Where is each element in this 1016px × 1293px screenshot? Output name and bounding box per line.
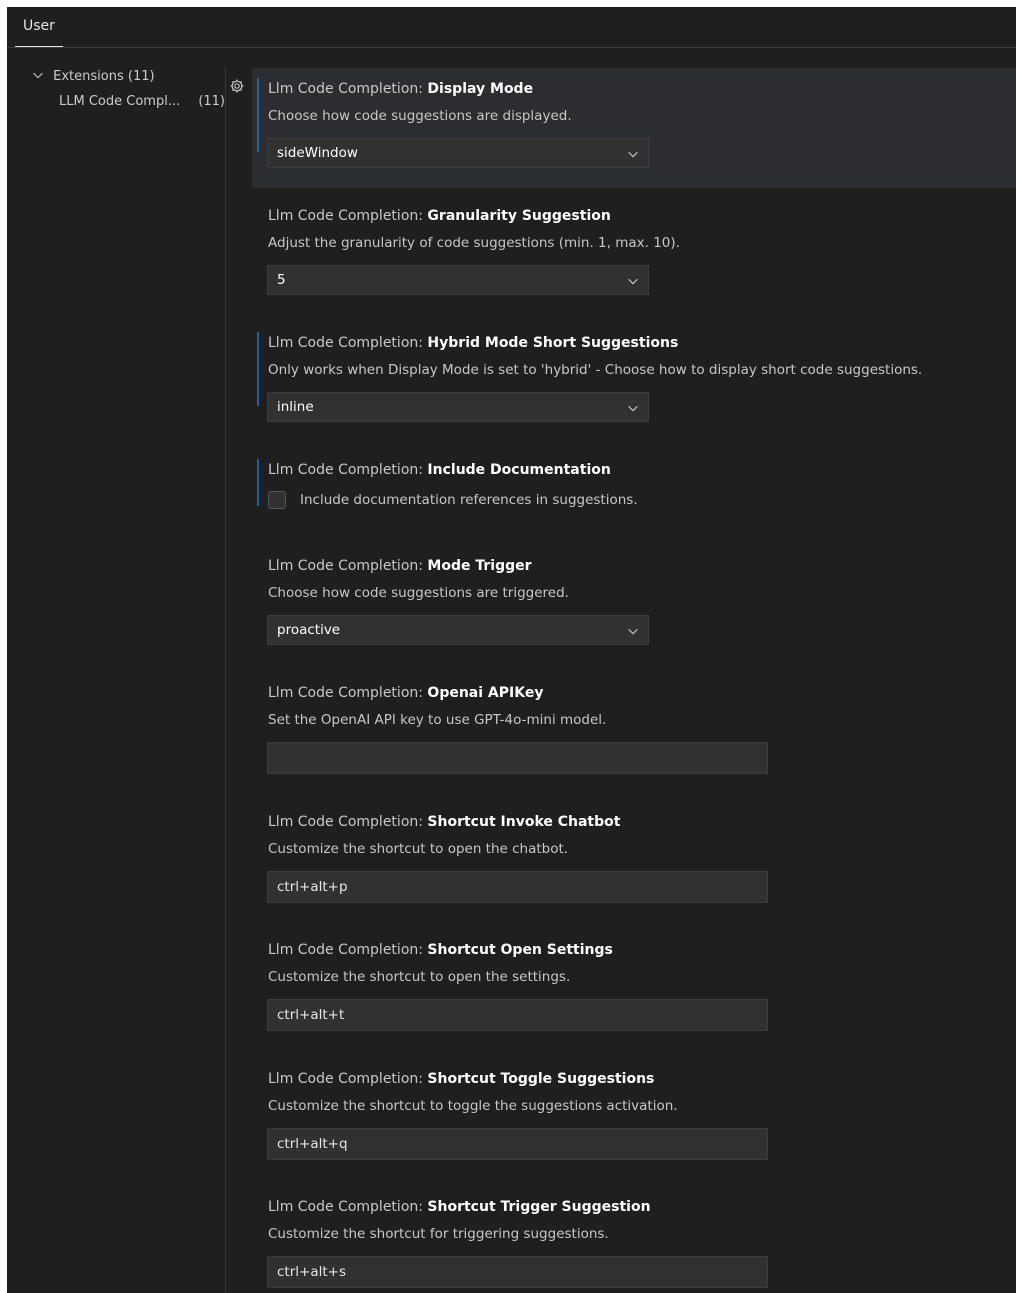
checkbox-label: Include documentation references in sugg… (300, 492, 638, 508)
setting-category: Llm Code Completion: (268, 462, 428, 478)
shortcut-invoke-chatbot-input[interactable]: ctrl+alt+p (267, 871, 768, 903)
select-value: sideWindow (277, 145, 358, 161)
settings-toc: Extensions (11) LLM Code Compl... (11) (7, 48, 225, 1293)
setting-description: Customize the shortcut to open the chatb… (268, 841, 569, 857)
settings-editor: User Extensions (11) LLM Code Compl... (… (7, 7, 1016, 1293)
setting-description: Customize the shortcut for triggering su… (268, 1226, 609, 1242)
setting-title: Llm Code Completion: Shortcut Open Setti… (268, 942, 613, 958)
shortcut-trigger-suggestion-input[interactable]: ctrl+alt+s (267, 1256, 768, 1288)
select-value: proactive (277, 622, 341, 638)
toc-item-label: Extensions (53, 69, 124, 84)
chevron-down-icon (628, 405, 638, 412)
setting-key: Openai APIKey (427, 685, 544, 701)
shortcut-open-settings-input[interactable]: ctrl+alt+t (267, 999, 768, 1031)
input-value: ctrl+alt+p (277, 879, 348, 895)
setting-description: Set the OpenAI API key to use GPT-4o-min… (268, 712, 607, 728)
setting-key: Hybrid Mode Short Suggestions (427, 335, 679, 351)
toc-item-count: (11) (198, 94, 225, 109)
setting-category: Llm Code Completion: (268, 942, 428, 958)
setting-description: Choose how code suggestions are displaye… (268, 108, 572, 124)
setting-title: Llm Code Completion: Shortcut Invoke Cha… (268, 814, 620, 830)
setting-title: Llm Code Completion: Granularity Suggest… (268, 208, 611, 224)
setting-shortcut-invoke-chatbot: Llm Code Completion: Shortcut Invoke Cha… (252, 801, 1016, 921)
settings-tab-bar: User (7, 7, 1016, 48)
setting-title: Llm Code Completion: Shortcut Trigger Su… (268, 1199, 651, 1215)
toc-item-label: LLM Code Compl... (59, 94, 181, 109)
setting-title: Llm Code Completion: Include Documentati… (268, 462, 611, 478)
setting-key: Shortcut Open Settings (427, 942, 613, 958)
setting-title: Llm Code Completion: Shortcut Toggle Sug… (268, 1071, 654, 1087)
setting-category: Llm Code Completion: (268, 81, 428, 97)
tab-user-label: User (23, 18, 55, 34)
setting-title: Llm Code Completion: Openai APIKey (268, 685, 543, 701)
setting-title: Llm Code Completion: Display Mode (268, 81, 533, 97)
hybrid-mode-select[interactable]: inline (267, 392, 649, 422)
setting-include-documentation: Llm Code Completion: Include Documentati… (252, 449, 1016, 539)
toc-item-llm-code-completion[interactable]: LLM Code Compl... (11) (59, 91, 225, 113)
setting-openai-apikey: Llm Code Completion: Openai APIKey Set t… (252, 672, 1016, 792)
display-mode-select[interactable]: sideWindow (267, 138, 649, 168)
setting-category: Llm Code Completion: (268, 558, 428, 574)
setting-key: Display Mode (427, 81, 534, 97)
setting-title: Llm Code Completion: Hybrid Mode Short S… (268, 335, 678, 351)
tab-user[interactable]: User (15, 7, 63, 47)
setting-category: Llm Code Completion: (268, 1071, 428, 1087)
setting-title: Llm Code Completion: Mode Trigger (268, 558, 532, 574)
input-value: ctrl+alt+s (277, 1264, 346, 1280)
chevron-down-icon (628, 628, 638, 635)
setting-key: Shortcut Trigger Suggestion (427, 1199, 651, 1215)
input-value: ctrl+alt+t (277, 1007, 345, 1023)
setting-shortcut-trigger-suggestion: Llm Code Completion: Shortcut Trigger Su… (252, 1186, 1016, 1293)
setting-category: Llm Code Completion: (268, 208, 428, 224)
setting-display-mode: Llm Code Completion: Display Mode Choose… (252, 68, 1016, 188)
toc-item-extensions[interactable]: Extensions (11) (31, 66, 225, 88)
setting-description: Adjust the granularity of code suggestio… (268, 235, 680, 251)
setting-category: Llm Code Completion: (268, 814, 428, 830)
chevron-down-icon (628, 151, 638, 158)
setting-description: Only works when Display Mode is set to '… (268, 362, 923, 378)
select-value: 5 (277, 272, 286, 288)
setting-key: Shortcut Toggle Suggestions (427, 1071, 655, 1087)
toc-item-count: (11) (127, 69, 155, 84)
setting-shortcut-toggle-suggestions: Llm Code Completion: Shortcut Toggle Sug… (252, 1058, 1016, 1178)
setting-description: Customize the shortcut to open the setti… (268, 969, 571, 985)
mode-trigger-select[interactable]: proactive (267, 615, 649, 645)
gear-icon[interactable] (229, 78, 245, 94)
granularity-suggestion-select[interactable]: 5 (267, 265, 649, 295)
setting-key: Include Documentation (427, 462, 611, 478)
setting-granularity-suggestion: Llm Code Completion: Granularity Suggest… (252, 195, 1016, 315)
active-tab-indicator (15, 46, 63, 47)
setting-shortcut-open-settings: Llm Code Completion: Shortcut Open Setti… (252, 929, 1016, 1049)
select-value: inline (277, 399, 314, 415)
toc-divider (225, 67, 226, 1293)
setting-key: Granularity Suggestion (427, 208, 611, 224)
setting-key: Mode Trigger (427, 558, 532, 574)
input-value: ctrl+alt+q (277, 1136, 348, 1152)
setting-key: Shortcut Invoke Chatbot (427, 814, 621, 830)
setting-category: Llm Code Completion: (268, 335, 428, 351)
setting-description: Choose how code suggestions are triggere… (268, 585, 569, 601)
shortcut-toggle-suggestions-input[interactable]: ctrl+alt+q (267, 1128, 768, 1160)
openai-apikey-input[interactable] (267, 742, 768, 774)
setting-category: Llm Code Completion: (268, 685, 428, 701)
setting-mode-trigger: Llm Code Completion: Mode Trigger Choose… (252, 545, 1016, 665)
setting-hybrid-mode-short-suggestions: Llm Code Completion: Hybrid Mode Short S… (252, 322, 1016, 442)
include-documentation-checkbox[interactable] (268, 491, 286, 509)
setting-category: Llm Code Completion: (268, 1199, 428, 1215)
chevron-down-icon (628, 278, 638, 285)
setting-description: Customize the shortcut to toggle the sug… (268, 1098, 678, 1114)
chevron-down-icon (33, 72, 43, 79)
